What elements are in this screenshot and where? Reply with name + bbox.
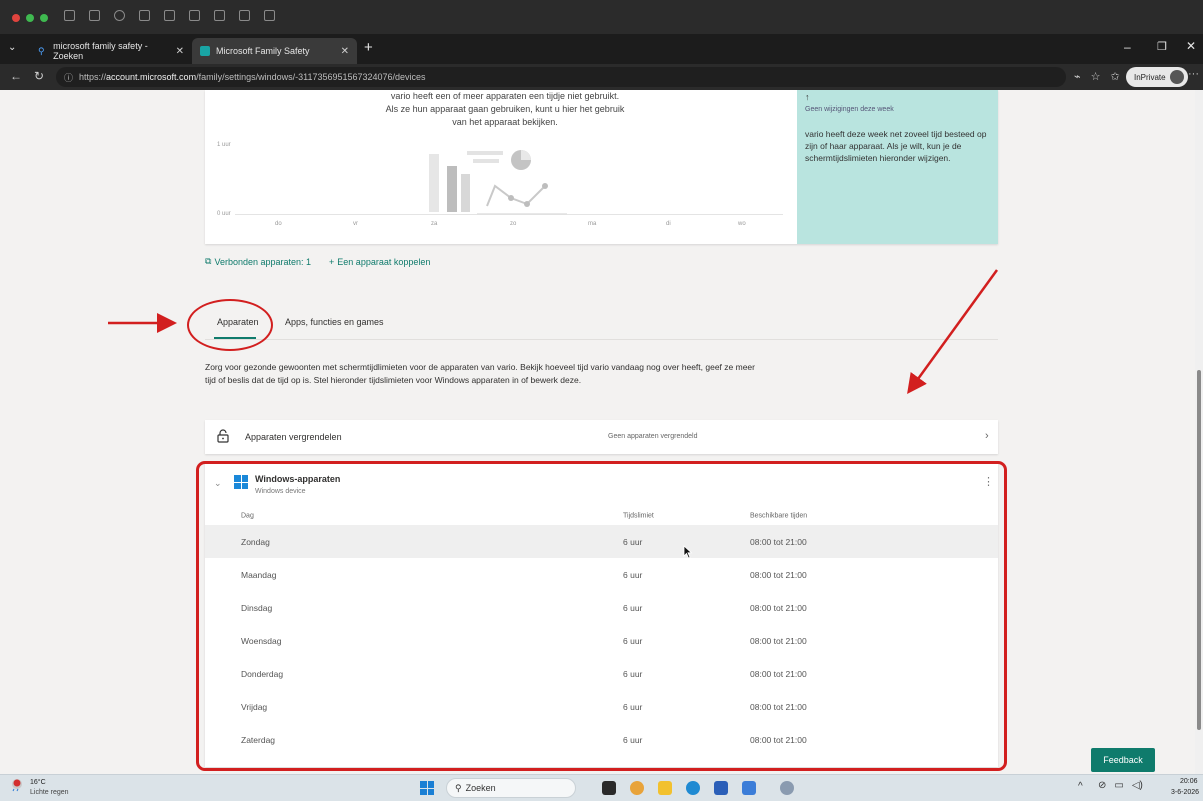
annotation-circle [187,299,273,351]
avatar [1169,70,1184,84]
window-close-icon[interactable]: ✕ [1186,39,1196,53]
settings-gear-icon[interactable] [780,781,794,795]
file-explorer-icon[interactable] [658,781,672,795]
y-axis-label-top: 1 uur [217,142,231,148]
taskbar-search-label: Zoeken [465,783,496,793]
more-options-icon[interactable]: ··· [1188,68,1199,80]
mouse-cursor-icon [683,545,693,559]
search-icon: ⚲ [38,46,45,56]
inprivate-label: InPrivate [1134,72,1166,82]
clock-date[interactable]: 3-6-2026 [1171,789,1199,796]
chart-empty-message: vario heeft een of meer apparaten een ti… [385,91,625,127]
chevron-right-icon: › [985,430,989,442]
weather-description: Lichte regen [30,789,69,796]
volume-icon[interactable]: ◁) [1132,780,1143,791]
add-device-link[interactable]: + Een apparaat koppelen [329,256,430,267]
insight-text: vario heeft deze week net zoveel tijd be… [805,129,987,163]
x-tick-label: wo [738,221,746,227]
weather-temperature: 16°C [30,779,46,786]
insight-week-status: Geen wijzigingen deze week [805,106,894,113]
site-info-icon[interactable]: ⓘ [64,71,73,84]
taskbar: 16°C Lichte regen ⚲ Zoeken ^ ⊘ ▭ ◁) 20:0… [0,774,1203,801]
read-aloud-icon[interactable]: ⌁ [1074,70,1081,83]
feedback-button[interactable]: Feedback [1091,748,1155,772]
browser-tab-family-safety[interactable]: Microsoft Family Safety ✕ [192,38,357,64]
x-tick-label: zo [510,221,517,227]
browser-actions: ⌁ ☆ ✩ [1074,70,1120,83]
inprivate-badge[interactable]: InPrivate [1126,67,1188,87]
screen-time-chart-card: vario heeft een of meer apparaten een ti… [205,90,998,244]
devices-icon: ⧉ [205,256,212,266]
browser-tab-bar: ⌄ ⚲ microsoft family safety - Zoeken ✕ M… [0,34,1203,64]
x-tick-label: ma [588,221,597,227]
weather-rain-icon[interactable] [10,778,24,792]
search-icon: ⚲ [455,782,462,793]
connected-count-label: Verbonden apparaten: 1 [214,256,312,267]
refresh-icon[interactable]: ↻ [34,69,44,83]
lock-devices-status: Geen apparaten vergrendeld [608,433,698,440]
settings-tabs: Apparaten Apps, functies en games [205,310,998,340]
taskbar-search[interactable]: ⚲ Zoeken [446,778,576,798]
family-safety-icon [200,46,210,56]
taskview-icon[interactable] [602,781,616,795]
windows-start-icon[interactable] [420,781,434,795]
url-text: https://account.microsoft.com/family/set… [79,72,426,82]
system-toolbar [0,0,1203,34]
restore-icon[interactable]: ❐ [1157,40,1167,53]
display-icon[interactable]: ▭ [1114,780,1123,791]
empty-chart-illustration [429,150,567,215]
annotation-rectangle [196,461,1007,771]
connected-devices-row: ⧉ Verbonden apparaten: 1 + Een apparaat … [205,256,430,267]
tab-actions-chevron-icon[interactable]: ⌄ [8,42,16,53]
connected-devices-link[interactable]: ⧉ Verbonden apparaten: 1 [205,256,311,267]
tab-apps-features-games[interactable]: Apps, functies en games [285,317,384,327]
x-axis-labels: do vr za zo ma di wo [235,221,783,231]
minimize-icon[interactable]: – [1124,40,1131,54]
trend-arrow-icon: ↑ [805,92,810,102]
store-icon[interactable] [714,781,728,795]
system-tray: ⊘ ▭ ◁) [1098,780,1143,791]
mail-icon[interactable] [742,781,756,795]
address-bar: ← ↻ ⓘ https://account.microsoft.com/fami… [0,64,1203,90]
x-tick-label: di [666,221,671,227]
back-arrow-icon[interactable]: ← [10,69,22,83]
y-axis-label-bottom: 0 uur [217,211,231,217]
x-tick-label: vr [353,221,358,227]
network-icon[interactable]: ⊘ [1098,780,1106,791]
devices-description: Zorg voor gezonde gewoonten met schermti… [205,362,755,385]
window-dots [12,14,48,22]
lock-devices-row[interactable]: Apparaten vergrendelen Geen apparaten ve… [205,420,998,454]
new-tab-plus-icon[interactable]: + [364,39,373,56]
x-tick-label: za [431,221,438,227]
plus-icon: + [329,256,335,267]
tab-title: Microsoft Family Safety [216,46,310,56]
close-icon[interactable]: ✕ [341,46,349,57]
tab-title: microsoft family safety - Zoeken [53,41,148,61]
add-device-label: Een apparaat koppelen [337,256,431,267]
favorite-star-icon[interactable]: ☆ [1091,70,1101,83]
clock-time[interactable]: 20:06 [1180,778,1198,785]
toolbar-icons [64,10,275,21]
tray-overflow-chevron-icon[interactable]: ^ [1078,781,1083,792]
page-scrollbar[interactable] [1195,90,1203,774]
unlock-icon [217,429,229,443]
url-field[interactable]: ⓘ https://account.microsoft.com/family/s… [56,67,1066,87]
x-tick-label: do [275,221,282,227]
weekly-insight-panel: ↑ Geen wijzigingen deze week vario heeft… [797,90,998,244]
close-icon[interactable]: ✕ [176,46,184,57]
lock-devices-title: Apparaten vergrendelen [245,432,342,442]
activity-chart: vario heeft een of meer apparaten een ti… [205,90,797,244]
browser-tab-search[interactable]: ⚲ microsoft family safety - Zoeken ✕ [30,38,192,64]
copilot-icon[interactable] [630,781,644,795]
edge-browser-icon[interactable] [686,781,700,795]
scrollbar-thumb[interactable] [1197,370,1201,730]
favorites-icon[interactable]: ✩ [1111,70,1120,83]
